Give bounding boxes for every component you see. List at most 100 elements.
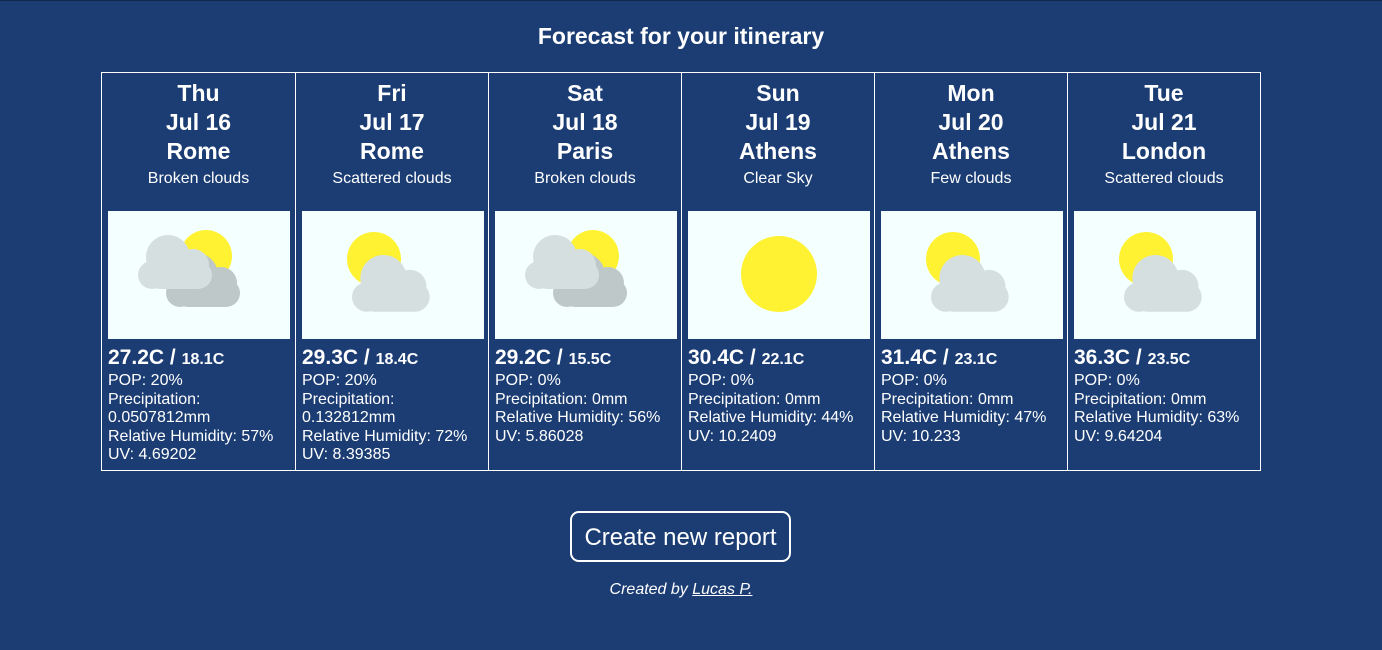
weekday: Fri: [377, 80, 407, 106]
day-header: Tue Jul 21 London: [1074, 79, 1254, 166]
temp-separator: /: [1130, 346, 1148, 369]
day-card: Tue Jul 21 London Scattered clouds 36.3C…: [1068, 72, 1261, 471]
date: Jul 16: [165, 109, 232, 135]
weekday: Thu: [177, 80, 220, 106]
low-temp: 15.5C: [568, 351, 612, 368]
date: Jul 20: [938, 109, 1004, 135]
page: Forecast for your itinerary Thu Jul 16 R…: [0, 0, 1382, 650]
weekday: Mon: [947, 80, 995, 106]
day-stats: 29.3C / 18.4C POP: 20% Precipitation: 0.…: [302, 345, 484, 465]
scattered-clouds-icon: [1119, 232, 1202, 312]
temperature-range: 27.2C / 18.1C: [108, 345, 291, 373]
temp-separator: /: [164, 346, 182, 369]
pop: POP: 0%: [1074, 372, 1140, 389]
day-card: Sun Jul 19 Athens Clear Sky 30.4C / 22.1…: [682, 72, 875, 471]
temp-separator: /: [551, 346, 569, 369]
low-temp: 18.1C: [181, 351, 225, 368]
day-header: Fri Jul 17 Rome: [302, 79, 482, 166]
city: Rome: [166, 138, 231, 164]
pop: POP: 0%: [881, 372, 947, 389]
day-stats: 29.2C / 15.5C POP: 0% Precipitation: 0mm…: [495, 345, 677, 446]
day-header: Sat Jul 18 Paris: [495, 79, 675, 166]
condition: Broken clouds: [147, 170, 250, 187]
pop: POP: 20%: [302, 372, 377, 389]
high-temp: 29.2C: [495, 346, 552, 369]
weather-icon-box: [688, 211, 870, 339]
low-temp: 18.4C: [375, 351, 419, 368]
uv-index: UV: 10.233: [881, 427, 961, 445]
low-temp: 23.1C: [954, 351, 998, 368]
weekday: Sat: [567, 80, 603, 106]
precipitation: Precipitation: 0.132812mm: [302, 390, 396, 427]
temperature-range: 31.4C / 23.1C: [881, 345, 1063, 373]
day-header: Thu Jul 16 Rome: [108, 79, 289, 166]
relative-humidity: Relative Humidity: 72%: [302, 427, 468, 445]
page-title: Forecast for your itinerary: [537, 23, 825, 49]
high-temp: 30.4C: [688, 346, 745, 369]
pop: POP: 20%: [108, 372, 183, 389]
weather-icon-box: [495, 211, 677, 339]
high-temp: 27.2C: [108, 346, 165, 369]
date: Jul 17: [359, 109, 425, 135]
low-temp: 23.5C: [1147, 351, 1191, 368]
relative-humidity: Relative Humidity: 63%: [1074, 409, 1240, 426]
temp-separator: /: [358, 346, 376, 369]
condition: Scattered clouds: [1104, 170, 1224, 187]
broken-clouds-icon: [138, 230, 240, 307]
day-card: Sat Jul 18 Paris Broken clouds 29.2C / 1…: [489, 72, 682, 471]
author-link[interactable]: Lucas P.: [692, 581, 752, 598]
create-new-report-button[interactable]: Create new report: [570, 511, 791, 562]
high-temp: 29.3C: [302, 346, 359, 369]
low-temp: 22.1C: [761, 351, 805, 368]
day-header: Mon Jul 20 Athens: [881, 79, 1061, 166]
city: Athens: [739, 138, 817, 164]
pop: POP: 0%: [495, 372, 561, 389]
temp-separator: /: [937, 346, 955, 369]
precipitation: Precipitation: 0mm: [495, 390, 628, 408]
temperature-range: 29.3C / 18.4C: [302, 345, 484, 373]
date: Jul 19: [745, 109, 811, 135]
condition: Scattered clouds: [332, 170, 452, 187]
precipitation: Precipitation: 0.0507812mm: [108, 390, 211, 427]
weekday: Tue: [1144, 80, 1184, 106]
uv-index: UV: 8.39385: [302, 446, 391, 463]
pop: POP: 0%: [688, 372, 754, 389]
city: Athens: [932, 138, 1010, 164]
high-temp: 31.4C: [881, 346, 938, 369]
day-card: Mon Jul 20 Athens Few clouds 31.4C / 23.…: [875, 72, 1068, 471]
high-temp: 36.3C: [1074, 346, 1131, 369]
date: Jul 21: [1131, 109, 1197, 135]
forecast-grid: Thu Jul 16 Rome Broken clouds 27.2C / 18…: [101, 72, 1261, 471]
day-header: Sun Jul 19 Athens: [688, 79, 868, 166]
city: Paris: [556, 138, 614, 164]
date: Jul 18: [552, 109, 618, 135]
uv-index: UV: 5.86028: [495, 427, 584, 445]
city: London: [1121, 138, 1207, 164]
day-card: Fri Jul 17 Rome Scattered clouds 29.3C /…: [296, 72, 489, 471]
temperature-range: 29.2C / 15.5C: [495, 345, 677, 373]
precipitation: Precipitation: 0mm: [1074, 390, 1207, 408]
precipitation: Precipitation: 0mm: [688, 390, 821, 408]
uv-index: UV: 10.2409: [688, 427, 777, 445]
weekday: Sun: [756, 80, 800, 106]
credit-line: Created by Lucas P.: [0, 581, 1362, 599]
scattered-clouds-icon: [347, 232, 430, 312]
day-stats: 30.4C / 22.1C POP: 0% Precipitation: 0mm…: [688, 345, 870, 446]
broken-clouds-icon: [525, 230, 627, 307]
weather-icon-box: [302, 211, 484, 339]
clear-sky-icon: [741, 236, 817, 312]
temperature-range: 30.4C / 22.1C: [688, 345, 870, 373]
condition: Few clouds: [930, 170, 1012, 187]
weather-icon-box: [1074, 211, 1256, 339]
condition: Clear Sky: [743, 170, 813, 187]
weather-icon-box: [881, 211, 1063, 339]
temp-separator: /: [744, 346, 762, 369]
relative-humidity: Relative Humidity: 57%: [108, 427, 274, 445]
relative-humidity: Relative Humidity: 47%: [881, 409, 1047, 426]
uv-index: UV: 4.69202: [108, 446, 197, 463]
city: Rome: [360, 138, 424, 164]
relative-humidity: Relative Humidity: 56%: [495, 409, 661, 426]
day-card: Thu Jul 16 Rome Broken clouds 27.2C / 18…: [102, 72, 296, 471]
uv-index: UV: 9.64204: [1074, 427, 1163, 445]
day-stats: 31.4C / 23.1C POP: 0% Precipitation: 0mm…: [881, 345, 1063, 446]
